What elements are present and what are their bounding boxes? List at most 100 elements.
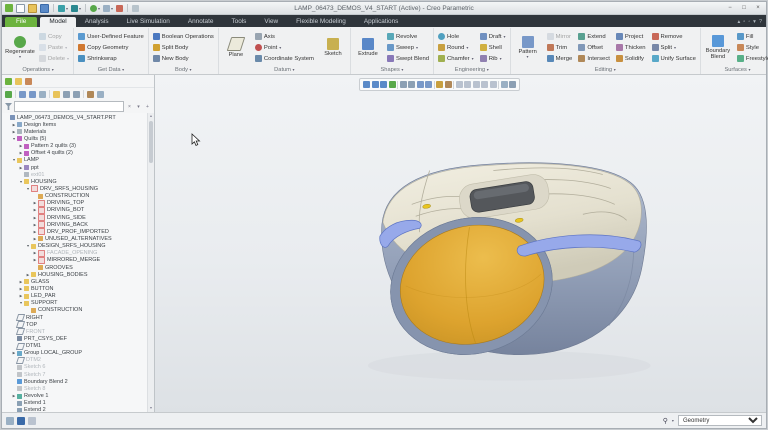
- new-button[interactable]: [16, 4, 25, 13]
- group-label-get-data[interactable]: Get Data ▾: [75, 67, 147, 74]
- copy-geometry-button[interactable]: Copy Geometry: [78, 43, 144, 53]
- group-label-datum[interactable]: Datum ▾: [220, 67, 349, 74]
- boundary-blend-button[interactable]: Boundary Blend: [702, 28, 734, 67]
- tree-item-sketch-8[interactable]: Sketch 8: [2, 385, 154, 392]
- collapse-all-button[interactable]: [73, 91, 80, 98]
- group-label-shapes[interactable]: Shapes ▾: [352, 67, 432, 74]
- tree-item-sketch-7[interactable]: Sketch 7: [2, 371, 154, 378]
- round-button[interactable]: Round▾: [438, 43, 474, 53]
- scrollbar-thumb[interactable]: [149, 121, 153, 163]
- group-label-editing[interactable]: Editing ▾: [512, 67, 699, 74]
- options-icon[interactable]: ◦: [748, 19, 750, 25]
- tree-item-boundary-blend-2[interactable]: Boundary Blend 2: [2, 378, 154, 385]
- tree-item-design-items[interactable]: ▶Design Items: [2, 121, 154, 128]
- tab-model[interactable]: Model: [40, 17, 75, 28]
- customize-button[interactable]: [132, 5, 139, 12]
- tree-item-sketch-6[interactable]: Sketch 6: [2, 364, 154, 371]
- toggle-fullscreen-button[interactable]: [28, 417, 36, 425]
- regenerate-button[interactable]: ▾: [90, 5, 100, 12]
- remove-button[interactable]: Remove: [652, 32, 696, 42]
- new-body-button[interactable]: New Body: [153, 54, 214, 64]
- filter-add-button[interactable]: +: [144, 104, 151, 110]
- rib-button[interactable]: Rib▾: [480, 54, 506, 64]
- tree-item-right[interactable]: RIGHT: [2, 314, 154, 321]
- tab-view[interactable]: View: [255, 17, 287, 28]
- regenerate-button[interactable]: Regenerate▾: [4, 28, 36, 67]
- tree-item-design-srfs-housing[interactable]: ▼DESIGN_SRFS_HOUSING: [2, 243, 154, 250]
- sweep-button[interactable]: Sweep▾: [387, 43, 429, 53]
- tree-item-group-local-group[interactable]: ▶Group LOCAL_GROUP: [2, 350, 154, 357]
- tree-item-ppt[interactable]: ▶ppt: [2, 164, 154, 171]
- filter-options-button[interactable]: ▾: [135, 104, 142, 110]
- thicken-button[interactable]: Thicken: [616, 43, 646, 53]
- tree-item-construction[interactable]: CONSTRUCTION: [2, 193, 154, 200]
- minimize-ribbon-icon[interactable]: ▴: [738, 19, 741, 25]
- tree-item-drv-srfs-housing[interactable]: ▼DRV_SRFS_HOUSING: [2, 185, 154, 192]
- 3d-model[interactable]: [155, 75, 766, 417]
- window-button[interactable]: ▾: [103, 5, 113, 12]
- coordinate-system-button[interactable]: Coordinate System: [255, 54, 314, 64]
- folder-browser-tab-icon[interactable]: [15, 78, 22, 85]
- split-button[interactable]: Split▾: [652, 43, 696, 53]
- solidify-button[interactable]: Solidify: [616, 54, 646, 64]
- tree-item-housing-bodies[interactable]: ▶HOUSING_BODIES: [2, 271, 154, 278]
- freestyle-button[interactable]: Freestyle: [737, 54, 768, 64]
- fill-button[interactable]: Fill: [737, 32, 768, 42]
- tree-item-prt-csys-def[interactable]: PRT_CSYS_DEF: [2, 335, 154, 342]
- copy-button[interactable]: Copy: [39, 32, 69, 42]
- tree-item-lamp-06473-demos-v4-start-prt[interactable]: LAMP_06473_DEMOS_V4_START.PRT: [2, 114, 154, 121]
- tree-item-unused-alternatives[interactable]: ▶UNUSED_ALTERNATIVES: [2, 235, 154, 242]
- tree-item-quilts-5[interactable]: ▼Quilts (5): [2, 135, 154, 142]
- tab-flexible-modeling[interactable]: Flexible Modeling: [287, 17, 355, 28]
- plane-button[interactable]: Plane: [220, 28, 252, 67]
- tree-item-extend-2[interactable]: Extend 2: [2, 407, 154, 412]
- tree-item-driving-side[interactable]: ▶DRIVING_SIDE: [2, 214, 154, 221]
- tree-item-led-par[interactable]: ▶LED_PAR: [2, 293, 154, 300]
- tab-analysis[interactable]: Analysis: [76, 17, 118, 28]
- tree-item-extend-1[interactable]: Extend 1: [2, 400, 154, 407]
- tree-filter-input[interactable]: [14, 101, 124, 112]
- toggle-navigator-button[interactable]: [6, 417, 14, 425]
- tree-item-drv-prof-imported[interactable]: ▶DRV_PROF_IMPORTED: [2, 228, 154, 235]
- tree-scrollbar[interactable]: ▲ ▼: [147, 113, 154, 412]
- tab-live-simulation[interactable]: Live Simulation: [118, 17, 179, 28]
- toggle-browser-button[interactable]: [17, 417, 25, 425]
- group-label-body[interactable]: Body ▾: [150, 67, 217, 74]
- tree-item-lamp[interactable]: ▼LAMP: [2, 157, 154, 164]
- tree-item-dtm1[interactable]: DTM1: [2, 343, 154, 350]
- tree-item-driving-top[interactable]: ▶DRIVING_TOP: [2, 200, 154, 207]
- tree-filters-button[interactable]: [29, 91, 36, 98]
- mirror-button[interactable]: Mirror: [547, 32, 573, 42]
- user-defined-feature-button[interactable]: User-Defined Feature: [78, 32, 144, 42]
- tree-item-revolve-1[interactable]: ▶Revolve 1: [2, 392, 154, 399]
- model-tree-tab-icon[interactable]: [5, 78, 12, 85]
- tree-item-support[interactable]: ▼SUPPORT: [2, 300, 154, 307]
- shell-button[interactable]: Shell: [480, 43, 506, 53]
- swept-blend-button[interactable]: Swept Blend: [387, 54, 429, 64]
- intersect-button[interactable]: Intersect: [578, 54, 610, 64]
- unify-surface-button[interactable]: Unify Surface: [652, 54, 696, 64]
- tree-item-offset-4-quilts-2[interactable]: ▶Offset 4 quilts (2): [2, 150, 154, 157]
- merge-button[interactable]: Merge: [547, 54, 573, 64]
- filter-clear-button[interactable]: ×: [126, 104, 133, 110]
- delete-button[interactable]: Delete▾: [39, 54, 69, 64]
- point-button[interactable]: Point▾: [255, 43, 314, 53]
- model-tree-button[interactable]: [5, 91, 12, 98]
- tree-item-facade-opening[interactable]: ▶FACADE_OPENING: [2, 250, 154, 257]
- tree-item-mirrored-merge[interactable]: ▶MIRRORED_MERGE: [2, 257, 154, 264]
- tree-item-button[interactable]: ▶BUTTON: [2, 285, 154, 292]
- group-label-operations[interactable]: Operations ▾: [4, 67, 72, 74]
- find-dropdown-icon[interactable]: ▾: [672, 418, 674, 423]
- split-body-button[interactable]: Split Body: [153, 43, 214, 53]
- tree-item-driving-back[interactable]: ▶DRIVING_BACK: [2, 221, 154, 228]
- boolean-operations-button[interactable]: Boolean Operations: [153, 32, 214, 42]
- tree-item-pattern-2-quilts-3[interactable]: ▶Pattern 2 quilts (3): [2, 143, 154, 150]
- close-button[interactable]: [116, 5, 123, 12]
- graphics-area[interactable]: [155, 75, 766, 412]
- maximize-icon[interactable]: □: [739, 5, 749, 11]
- undo-button[interactable]: ▾: [58, 5, 68, 12]
- layer-tree-button[interactable]: [39, 91, 46, 98]
- more-icon[interactable]: ▾: [753, 19, 756, 25]
- help-icon[interactable]: ?: [759, 19, 762, 25]
- redo-button[interactable]: ▾: [71, 5, 81, 12]
